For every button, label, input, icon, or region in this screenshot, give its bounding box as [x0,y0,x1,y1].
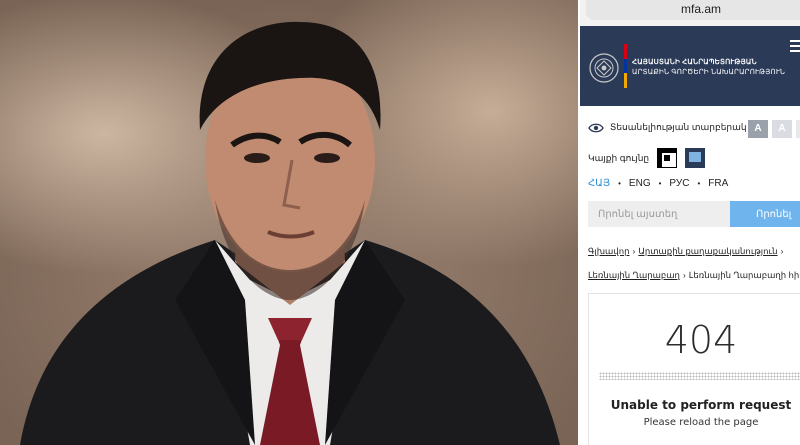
portrait-illustration [20,21,560,445]
error-subtitle: Please reload the page [643,417,759,428]
chevron-right-icon: › [780,246,784,256]
lang-en[interactable]: ENG [629,178,651,189]
eye-icon [588,123,604,132]
breadcrumb-home[interactable]: Գլխավոր [588,246,629,256]
mobile-browser-screenshot: mfa.am ՀԱՅԱՍՏԱՆԻ ՀԱՆՐԱՊԵՏՈՒԹՅԱՆ ԱՐՏԱՔԻՆ … [580,0,800,445]
site-header: ՀԱՅԱՍՏԱՆԻ ՀԱՆՐԱՊԵՏՈՒԹՅԱՆ ԱՐՏԱՔԻՆ ԳՈՐԾԵՐԻ… [580,26,800,106]
chevron-right-icon: › [682,270,686,280]
font-size-normal-button[interactable]: A [748,120,768,138]
lang-fr[interactable]: FRA [708,178,728,189]
vision-toggle[interactable]: Տեսանելիության տարբերակ [588,122,747,133]
breadcrumb: Գլխավոր › Արտաքին քաղաքականություն › [588,246,786,257]
ministry-title-line1: ՀԱՅԱՍՏԱՆԻ ՀԱՆՐԱՊԵՏՈՒԹՅԱՆ [632,59,757,66]
lang-separator: • [618,179,621,188]
search-input[interactable] [588,201,730,227]
hamburger-menu-icon[interactable] [790,40,800,52]
dotted-divider [599,372,800,380]
breadcrumb-nagorno-karabakh[interactable]: Լեռնային Ղարաբաղ [588,270,680,280]
colors-label: Կայքի գույնը [588,152,650,163]
breadcrumb-foreign-policy[interactable]: Արտաքին քաղաքականություն [638,246,777,256]
ministry-title-line2: ԱՐՏԱՔԻՆ ԳՈՐԾԵՐԻ ՆԱԽԱՐԱՐՈՒԹՅՈՒՆ [632,69,786,76]
lang-ru[interactable]: РУС [669,178,689,189]
lang-separator: • [658,179,662,188]
search-bar: Որոնել [588,201,800,227]
armenia-emblem-icon [589,53,619,83]
site-color-options: Կայքի գույնը [588,148,706,168]
font-size-xlarge-button[interactable]: A [796,120,800,138]
font-size-large-button[interactable]: A [772,120,792,138]
url-bar[interactable]: mfa.am [586,0,800,20]
ministry-title: ՀԱՅԱՍՏԱՆԻ ՀԱՆՐԱՊԵՏՈՒԹՅԱՆ ԱՐՏԱՔԻՆ ԳՈՐԾԵՐԻ… [632,58,785,78]
portrait-photo [0,0,578,445]
contrast-blue-button[interactable] [685,148,706,168]
language-switcher: ՀԱՅ • ENG • РУС • FRA [588,178,728,189]
vision-label: Տեսանելիության տարբերակ [610,122,747,132]
error-code: 404 [664,318,738,362]
breadcrumb-continued: Լեռնային Ղարաբաղ›Լեռնային Ղարաբաղի հիմնա… [588,270,800,281]
lang-hy[interactable]: ՀԱՅ [588,178,610,189]
armenia-flag-stripe [624,44,627,88]
chevron-right-icon: › [632,246,636,256]
contrast-black-button[interactable] [657,148,678,168]
font-size-buttons: A A A [748,120,800,138]
search-button[interactable]: Որոնել [730,201,800,227]
breadcrumb-current: Լեռնային Ղարաբաղի հիմնախնդիր [688,270,800,280]
error-title: Unable to perform request [610,398,792,412]
lang-separator: • [697,179,701,188]
browser-top-bar: mfa.am [580,0,800,26]
error-panel: 404 Unable to perform request Please rel… [588,293,800,445]
